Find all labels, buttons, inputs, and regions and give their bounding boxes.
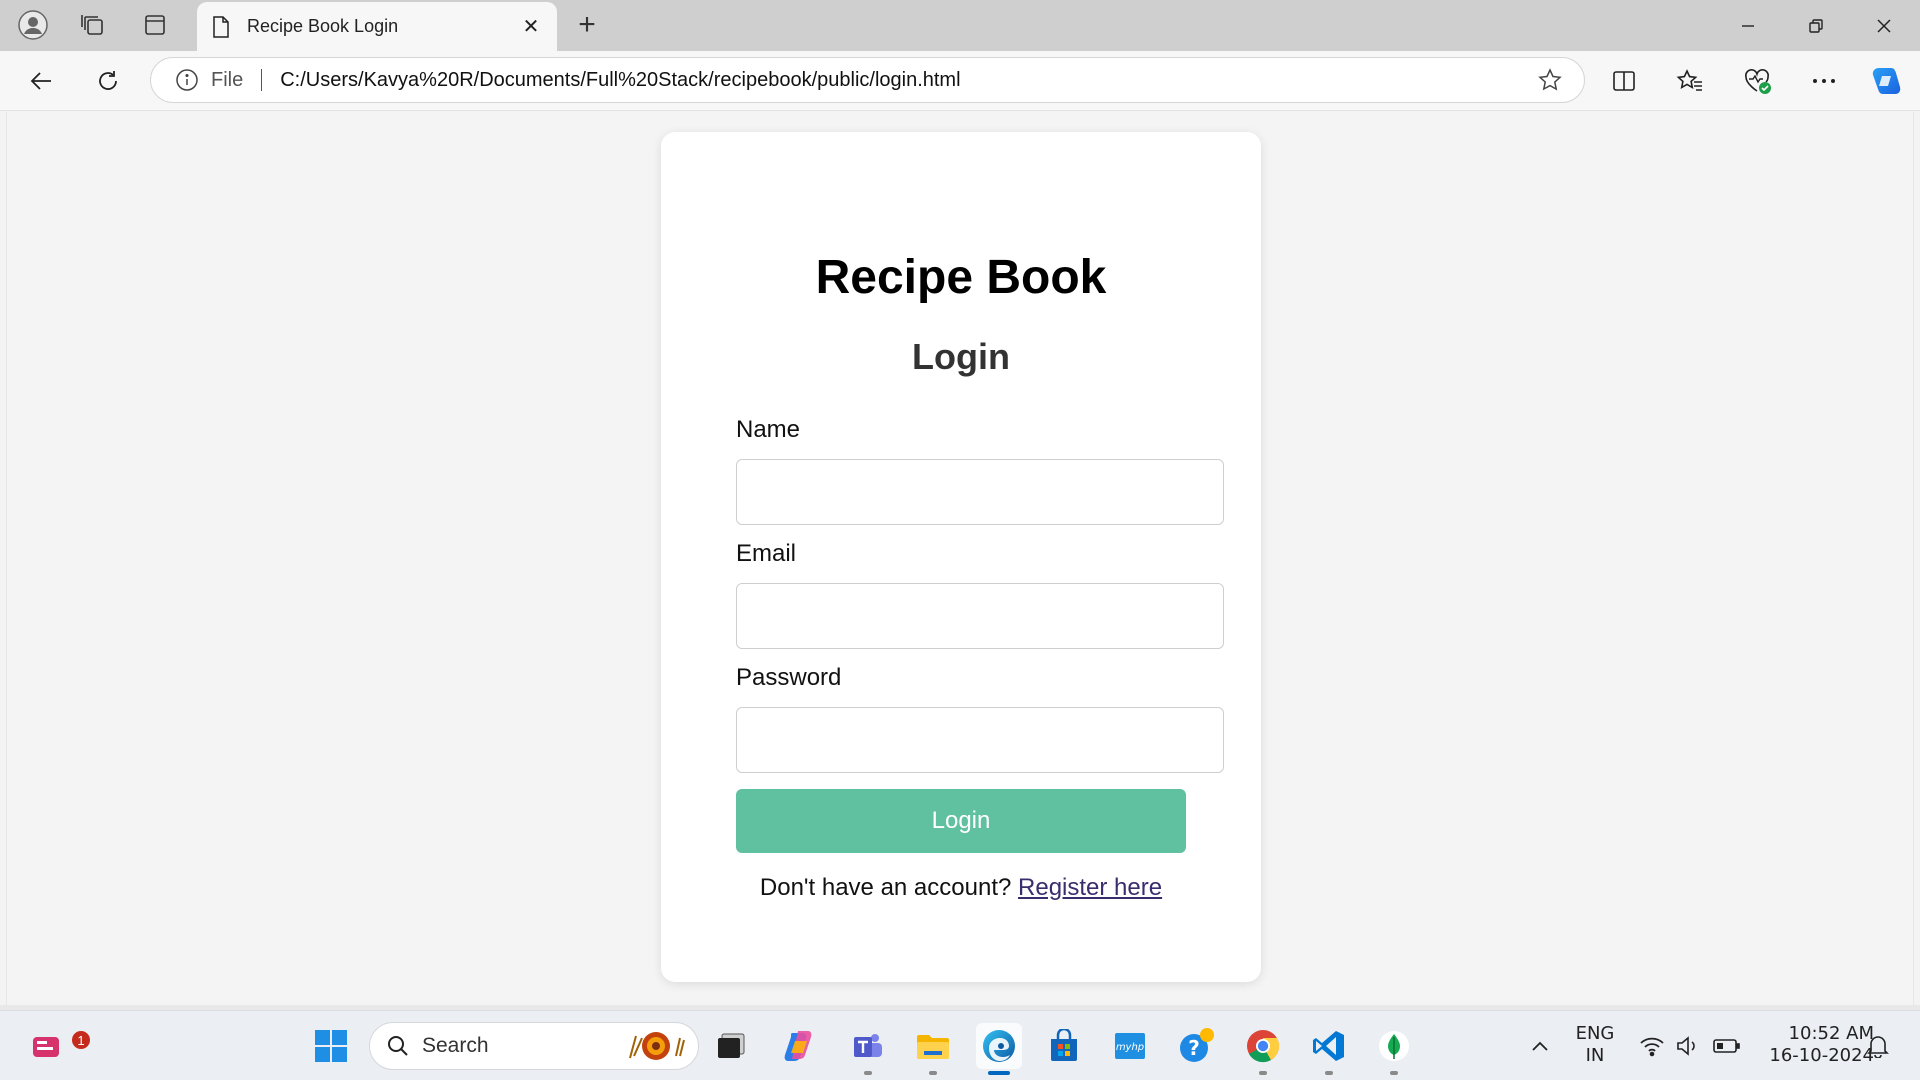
document-icon xyxy=(209,15,233,39)
address-bar[interactable]: File C:/Users/Kavya%20R/Documents/Full%2… xyxy=(150,57,1585,103)
battery-icon[interactable] xyxy=(1710,1011,1744,1080)
split-screen-icon[interactable] xyxy=(1604,63,1644,99)
browser-tab-strip: Recipe Book Login ✕ + xyxy=(0,0,1920,51)
favorites-icon[interactable] xyxy=(1670,63,1710,99)
vertical-tabs-icon[interactable] xyxy=(136,8,174,42)
close-window-icon[interactable] xyxy=(1850,0,1918,51)
minimize-icon[interactable] xyxy=(1714,0,1782,51)
tab-title: Recipe Book Login xyxy=(247,16,399,36)
active-indicator xyxy=(988,1071,1010,1075)
get-help-icon[interactable]: ? xyxy=(1174,1023,1220,1069)
browser-toolbar: File C:/Users/Kavya%20R/Documents/Full%2… xyxy=(0,51,1920,111)
browser-essentials-icon[interactable] xyxy=(1738,63,1778,99)
search-highlight-icon xyxy=(622,1028,688,1064)
refresh-icon[interactable] xyxy=(88,63,128,99)
clock-time: 10:52 AM xyxy=(1788,1023,1874,1044)
svg-text:?: ? xyxy=(1188,1036,1200,1060)
workspaces-icon[interactable] xyxy=(74,8,112,42)
site-info-icon[interactable] xyxy=(175,68,199,92)
favorite-star-icon[interactable] xyxy=(1532,62,1568,98)
teams-icon[interactable] xyxy=(845,1023,891,1075)
search-label: Search xyxy=(422,1034,489,1057)
language-indicator[interactable]: ENG IN xyxy=(1570,1023,1620,1067)
page-viewport: Recipe Book Login Name Email Password Lo… xyxy=(6,112,1914,1005)
microsoft-store-icon[interactable] xyxy=(1041,1023,1087,1069)
register-prompt-text: Don't have an account? xyxy=(759,874,1012,901)
copilot-icon[interactable] xyxy=(1866,63,1906,99)
search-icon xyxy=(386,1034,410,1058)
clock-date: 16-10-2024 xyxy=(1769,1045,1874,1066)
start-windows-icon[interactable] xyxy=(308,1023,354,1069)
new-tab-icon[interactable]: + xyxy=(568,8,606,42)
password-input[interactable] xyxy=(736,707,1224,773)
name-input[interactable] xyxy=(736,459,1224,525)
password-label: Password xyxy=(736,664,842,691)
running-indicator xyxy=(864,1071,872,1075)
active-tab[interactable]: Recipe Book Login ✕ xyxy=(197,2,557,51)
profile-avatar-icon[interactable] xyxy=(14,8,52,42)
myhp-icon[interactable]: myhp xyxy=(1107,1023,1153,1069)
running-indicator xyxy=(1325,1071,1333,1075)
email-input[interactable] xyxy=(736,583,1224,649)
address-url[interactable]: C:/Users/Kavya%20R/Documents/Full%20Stac… xyxy=(280,69,1532,92)
running-indicator xyxy=(1390,1071,1398,1075)
copilot-app-icon[interactable] xyxy=(777,1023,823,1069)
mongodb-compass-icon[interactable] xyxy=(1371,1023,1417,1075)
email-label: Email xyxy=(736,540,797,567)
language-code: ENG xyxy=(1575,1023,1615,1044)
running-indicator xyxy=(1259,1071,1267,1075)
edge-icon[interactable] xyxy=(976,1023,1022,1075)
running-indicator xyxy=(929,1071,937,1075)
show-hidden-icons-chevron-icon[interactable] xyxy=(1524,1011,1556,1080)
system-clock[interactable]: 10:52 AM 16-10-2024 xyxy=(1754,1023,1874,1067)
volume-icon[interactable] xyxy=(1672,1011,1702,1080)
name-label: Name xyxy=(736,416,801,443)
notification-widget-icon[interactable]: 1 xyxy=(24,1023,92,1069)
close-tab-icon[interactable]: ✕ xyxy=(517,13,545,41)
notification-badge: 1 xyxy=(70,1029,92,1051)
login-button[interactable]: Login xyxy=(736,789,1186,853)
region-code: IN xyxy=(1585,1045,1605,1066)
wifi-icon[interactable] xyxy=(1636,1011,1668,1080)
more-options-icon[interactable] xyxy=(1804,63,1844,99)
task-view-icon[interactable] xyxy=(708,1023,754,1069)
vscode-icon[interactable] xyxy=(1306,1023,1352,1075)
page-title: Recipe Book xyxy=(815,251,1107,304)
svg-text:myhp: myhp xyxy=(1116,1042,1144,1053)
taskbar-search[interactable]: Search xyxy=(369,1022,699,1070)
register-link[interactable]: Register here xyxy=(1018,874,1162,901)
register-prompt: Don't have an account? Register here xyxy=(661,874,1261,902)
login-heading: Login xyxy=(912,336,1010,377)
login-card: Recipe Book Login Name Email Password Lo… xyxy=(661,132,1261,982)
file-explorer-icon[interactable] xyxy=(910,1023,956,1075)
notifications-bell-icon[interactable] xyxy=(1862,1011,1894,1080)
chrome-icon[interactable] xyxy=(1240,1023,1286,1075)
restore-icon[interactable] xyxy=(1782,0,1850,51)
address-separator xyxy=(261,69,263,91)
address-scheme: File xyxy=(211,68,244,91)
windows-taskbar: 1 Search myhp ? ENG IN 10:52 AM 16-10-20… xyxy=(0,1010,1920,1080)
back-icon[interactable] xyxy=(22,63,62,99)
